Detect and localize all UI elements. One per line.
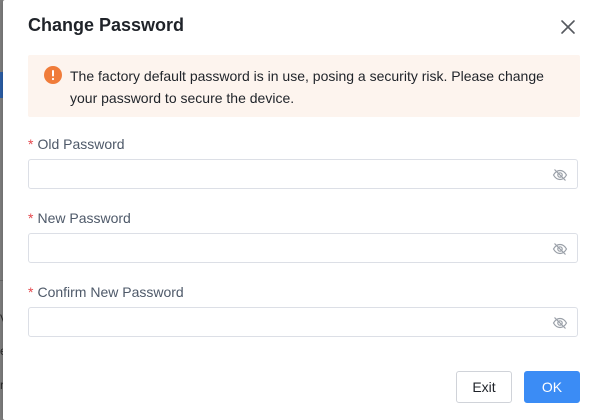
close-icon — [561, 20, 575, 34]
new-password-label-text: New Password — [37, 210, 131, 226]
dialog-title: Change Password — [28, 15, 185, 35]
required-mark: * — [28, 210, 34, 226]
new-password-field[interactable] — [28, 233, 578, 263]
old-password-label: * Old Password — [28, 136, 125, 152]
security-warning-alert: The factory default password is in use, … — [28, 55, 580, 117]
confirm-password-input[interactable] — [39, 312, 543, 334]
old-password-field[interactable] — [28, 159, 578, 189]
old-password-input[interactable] — [39, 164, 543, 186]
confirm-password-label-text: Confirm New Password — [37, 284, 184, 300]
new-password-input[interactable] — [39, 238, 543, 260]
ok-button[interactable]: OK — [524, 371, 580, 403]
old-password-label-text: Old Password — [37, 136, 125, 152]
alert-message: The factory default password is in use, … — [70, 68, 544, 106]
required-mark: * — [28, 284, 34, 300]
eye-off-icon[interactable] — [552, 167, 568, 183]
close-button[interactable] — [558, 17, 578, 37]
confirm-password-field[interactable] — [28, 307, 578, 337]
new-password-label: * New Password — [28, 210, 131, 226]
eye-off-icon[interactable] — [552, 241, 568, 257]
confirm-password-label: * Confirm New Password — [28, 284, 184, 300]
required-mark: * — [28, 136, 34, 152]
exit-button[interactable]: Exit — [456, 371, 512, 403]
change-password-dialog: Change Password The factory default pass… — [3, 0, 595, 420]
exclamation-circle-icon — [44, 66, 62, 84]
eye-off-icon[interactable] — [552, 315, 568, 331]
